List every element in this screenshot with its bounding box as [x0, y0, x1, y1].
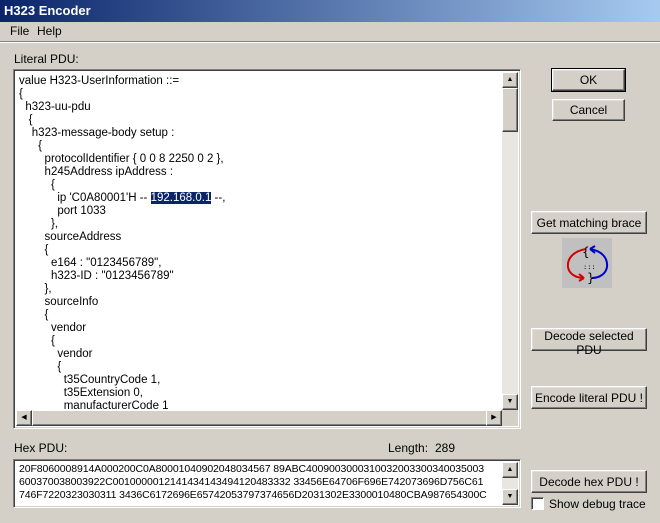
hex-scroll-up-button[interactable]: ▲: [502, 462, 518, 478]
length-label: Length:: [388, 441, 429, 455]
hex-line: 746F7220323030311 3436C6172696E657420537…: [19, 489, 487, 501]
scroll-thumb[interactable]: [502, 88, 518, 132]
hex-line: 600370038003922C001000001214143414349412…: [19, 476, 484, 488]
code-line: {: [19, 114, 33, 126]
scroll-up-button[interactable]: ▲: [502, 72, 518, 88]
code-line: {: [19, 361, 62, 373]
code-line: {: [19, 88, 23, 100]
code-line: },: [19, 218, 58, 230]
code-line: vendor: [19, 348, 93, 360]
code-line: h323-ID : "0123456789": [19, 270, 174, 282]
code-line: protocolIdentifier { 0 0 8 2250 0 2 },: [19, 153, 224, 165]
hex-line: 20F8060008914A000200C0A80001040902048034…: [19, 463, 484, 475]
decode-selected-pdu-button[interactable]: Decode selected PDU: [531, 328, 647, 357]
code-line: },: [19, 283, 52, 295]
code-line: ip 'C0A80001'H -- 192.168.0.1 --,: [19, 192, 226, 204]
window-title: H323 Encoder: [4, 3, 91, 18]
code-line: {: [19, 140, 43, 152]
literal-vertical-scrollbar[interactable]: ▲ ▼: [502, 72, 518, 410]
code-line: port 1033: [19, 205, 106, 217]
code-line: {: [19, 309, 49, 321]
code-line: sourceInfo: [19, 296, 99, 308]
menu-help[interactable]: Help: [37, 24, 62, 38]
code-line: sourceAddress: [19, 231, 122, 243]
code-line: h245Address ipAddress :: [19, 166, 174, 178]
hex-pdu-label: Hex PDU:: [14, 441, 68, 455]
literal-horizontal-scrollbar[interactable]: ◀ ▶: [16, 410, 502, 426]
code-line: h323-message-body setup :: [19, 127, 175, 139]
code-line: vendor: [19, 322, 87, 334]
hex-vertical-scrollbar[interactable]: ▲ ▼: [502, 462, 518, 505]
code-line: e164 : "0123456789",: [19, 257, 162, 269]
title-bar: H323 Encoder: [0, 0, 660, 22]
literal-pdu-text[interactable]: value H323-UserInformation ::={ h323-uu-…: [16, 72, 502, 410]
menu-bar: File Help: [0, 22, 660, 41]
horizontal-scroll-thumb[interactable]: [32, 410, 500, 426]
code-line: value H323-UserInformation ::=: [19, 75, 180, 87]
svg-text:{: {: [582, 245, 590, 259]
length-value: 289: [435, 441, 456, 455]
hex-scroll-down-button[interactable]: ▼: [502, 489, 518, 505]
code-line: h323-uu-pdu: [19, 101, 91, 113]
show-debug-trace-checkbox[interactable]: [531, 497, 544, 510]
hex-pdu-text[interactable]: 20F8060008914A000200C0A80001040902048034…: [16, 462, 502, 505]
code-line: {: [19, 335, 55, 347]
brace-match-icon: { ::: }: [562, 238, 612, 288]
svg-text::::: :::: [583, 263, 596, 271]
encode-literal-pdu-button[interactable]: Encode literal PDU !: [531, 386, 647, 409]
selected-text[interactable]: 192.168.0.1: [150, 192, 212, 204]
hex-pdu-textarea[interactable]: 20F8060008914A000200C0A80001040902048034…: [13, 459, 521, 508]
literal-pdu-label: Literal PDU:: [14, 52, 79, 66]
code-line: t35CountryCode 1,: [19, 374, 161, 386]
get-matching-brace-button[interactable]: Get matching brace: [531, 211, 647, 234]
ok-button[interactable]: OK: [551, 68, 626, 92]
code-line: manufacturerCode 1: [19, 400, 169, 410]
decode-hex-pdu-button[interactable]: Decode hex PDU !: [531, 470, 647, 493]
literal-pdu-textarea[interactable]: value H323-UserInformation ::={ h323-uu-…: [13, 69, 521, 429]
code-line: {: [19, 244, 49, 256]
cancel-button[interactable]: Cancel: [552, 99, 625, 121]
scroll-left-button[interactable]: ◀: [16, 410, 32, 426]
svg-text:}: }: [587, 271, 595, 285]
menu-file[interactable]: File: [10, 24, 29, 38]
code-line: t35Extension 0,: [19, 387, 144, 399]
code-line: {: [19, 179, 55, 191]
scrollbar-corner: [502, 410, 518, 426]
code-fragment: --,: [211, 192, 226, 204]
show-debug-trace-label: Show debug trace: [549, 497, 646, 511]
menu-separator: [0, 41, 660, 43]
scroll-down-button[interactable]: ▼: [502, 394, 518, 410]
scroll-right-button[interactable]: ▶: [486, 410, 502, 426]
